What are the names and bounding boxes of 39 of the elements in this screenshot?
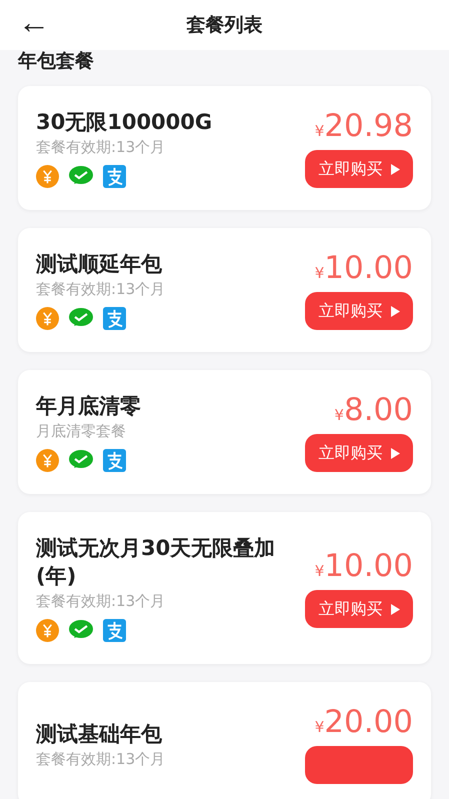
payment-icon (103, 449, 126, 472)
section-title: 年包套餐 (16, 50, 95, 72)
plan-name: 测试顺延年包 (36, 251, 163, 278)
payment-icon (103, 165, 126, 188)
plan-validity: 套餐有效期:13个月 (36, 750, 166, 768)
plan-validity: 套餐有效期:13个月 (36, 138, 166, 157)
payment-icon (103, 307, 126, 330)
price: ¥10.00 (314, 250, 413, 286)
price: ¥20.98 (314, 108, 413, 144)
chat-check-icon (69, 619, 93, 640)
plan-validity: 套餐有效期:13个月 (36, 592, 166, 611)
coin-icon (36, 307, 59, 330)
play-icon (390, 306, 400, 316)
price: ¥10.00 (314, 548, 413, 584)
buy-button[interactable]: 立即购买 (305, 434, 413, 472)
buy-button[interactable]: 立即购买 (305, 590, 413, 628)
play-icon (390, 164, 400, 174)
play-icon (390, 448, 400, 458)
buy-button[interactable]: 立即购买 (305, 292, 413, 330)
chat-check-icon (69, 449, 93, 470)
price: ¥8.00 (334, 392, 413, 428)
coin-icon (36, 619, 59, 642)
buy-button[interactable] (305, 746, 413, 784)
buy-button[interactable]: 立即购买 (305, 150, 413, 188)
plan-validity: 套餐有效期:13个月 (36, 280, 166, 299)
plan-name: 测试基础年包 (36, 720, 163, 748)
coin-icon (36, 165, 59, 188)
payment-icon (103, 619, 126, 642)
plan-name: 年月底清零 (36, 393, 141, 420)
play-icon (390, 604, 400, 614)
back-button[interactable]: ← (14, 2, 54, 42)
plan-validity: 月底清零套餐 (36, 422, 127, 441)
chat-check-icon (69, 165, 93, 186)
plan-name: 测试无次月30天无限叠加(年) (36, 535, 276, 590)
plan-name: 30无限100000G (36, 109, 212, 136)
price: ¥20.00 (314, 704, 413, 740)
coin-icon (36, 449, 59, 472)
chat-check-icon (69, 307, 93, 328)
page-title: 套餐列表 (186, 13, 262, 38)
